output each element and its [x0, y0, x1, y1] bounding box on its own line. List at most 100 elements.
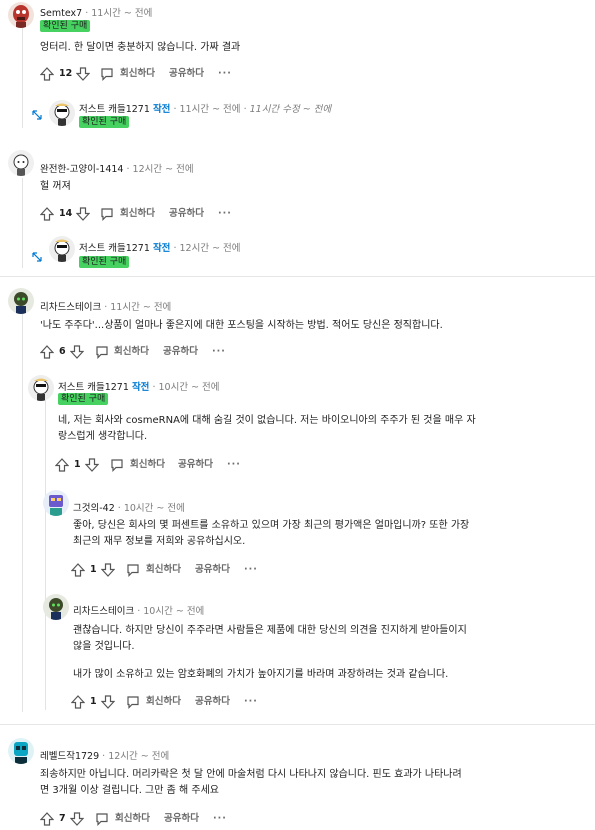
- more-options-icon[interactable]: ···: [227, 458, 241, 472]
- upvote-icon[interactable]: [71, 695, 85, 709]
- reply-button[interactable]: 회신하다: [120, 67, 155, 81]
- reply-button[interactable]: 회신하다: [115, 812, 150, 826]
- reply-icon[interactable]: [100, 67, 114, 81]
- username[interactable]: 리차드스테이크: [73, 606, 134, 617]
- avatar[interactable]: [49, 236, 75, 262]
- comment-meta: 저스트 캐들1271 작전 · 11시간 ~ 전에 · 11시간 수정 ~ 전에: [79, 104, 332, 115]
- comment-meta: 리차드스테이크 · 10시간 ~ 전에: [73, 606, 205, 617]
- expand-thread-icon[interactable]: [31, 251, 43, 263]
- more-options-icon[interactable]: ···: [212, 345, 226, 359]
- vote-count: 12: [59, 68, 73, 79]
- comment-line: 랑스럽게 생각합니다.: [58, 431, 148, 442]
- username[interactable]: 완전한-고양이-1414: [40, 164, 123, 175]
- avatar[interactable]: [8, 2, 34, 28]
- more-options-icon[interactable]: ···: [218, 207, 232, 221]
- upvote-icon[interactable]: [40, 812, 54, 826]
- timestamp[interactable]: 12시간 ~ 전에: [179, 243, 240, 254]
- comment-meta: 리차드스테이크 · 11시간 ~ 전에: [40, 302, 172, 313]
- comment-meta: 완전한-고양이-1414 · 12시간 ~ 전에: [40, 164, 194, 175]
- comment-actions: 1 회신하다 공유하다 ···: [71, 563, 331, 579]
- username[interactable]: 저스트 캐들1271: [79, 243, 150, 254]
- verified-badge: 확인된 구매: [58, 393, 109, 405]
- timestamp[interactable]: 11시간 ~ 전에: [179, 104, 240, 115]
- upvote-icon[interactable]: [55, 458, 69, 472]
- op-badge: 작전: [152, 104, 171, 115]
- share-button[interactable]: 공유하다: [169, 67, 204, 81]
- avatar[interactable]: [28, 375, 54, 401]
- username[interactable]: 저스트 캐들1271: [58, 382, 129, 393]
- more-options-icon[interactable]: ···: [213, 812, 227, 826]
- reply-button[interactable]: 회신하다: [146, 563, 181, 577]
- timestamp[interactable]: 10시간 ~ 전에: [143, 606, 204, 617]
- timestamp[interactable]: 11시간 ~ 전에: [91, 8, 152, 19]
- thread-line: [22, 178, 23, 268]
- reply-icon[interactable]: [126, 563, 140, 577]
- username[interactable]: 저스트 캐들1271: [79, 104, 150, 115]
- timestamp[interactable]: 11시간 ~ 전에: [110, 302, 171, 313]
- comment-actions: 1 회신하다 공유하다 ···: [71, 695, 331, 711]
- reply-icon[interactable]: [95, 345, 109, 359]
- comment-body: 괜찮습니다. 하지만 당신이 주주라면 사람들은 제품에 대한 당신의 의견을 …: [73, 623, 467, 683]
- thread-line: [22, 312, 23, 712]
- vote-count: 1: [74, 459, 81, 470]
- vote-count: 6: [59, 346, 66, 357]
- thread-line: [45, 400, 46, 710]
- expand-thread-icon[interactable]: [31, 109, 43, 121]
- upvote-icon[interactable]: [40, 67, 54, 81]
- timestamp[interactable]: 12시간 ~ 전에: [133, 164, 194, 175]
- comment-body: 죄송하지만 아닙니다. 머리카락은 첫 달 안에 마술처럼 다시 나타나지 않습…: [40, 767, 462, 799]
- avatar[interactable]: [8, 738, 34, 764]
- avatar[interactable]: [43, 594, 69, 620]
- upvote-icon[interactable]: [71, 563, 85, 577]
- username[interactable]: 레벨드작1729: [40, 751, 99, 762]
- comment-meta: 그것의-42 · 10시간 ~ 전에: [73, 503, 185, 514]
- edited-note: 11시간 수정 ~ 전에: [249, 104, 332, 115]
- comment-actions: 6 회신하다 공유하다 ···: [40, 345, 300, 361]
- username[interactable]: 그것의-42: [73, 503, 115, 514]
- more-options-icon[interactable]: ···: [244, 563, 258, 577]
- avatar[interactable]: [8, 150, 34, 176]
- share-button[interactable]: 공유하다: [169, 207, 204, 221]
- avatar[interactable]: [43, 490, 69, 516]
- reply-button[interactable]: 회신하다: [120, 207, 155, 221]
- reply-icon[interactable]: [126, 695, 140, 709]
- share-button[interactable]: 공유하다: [163, 345, 198, 359]
- username[interactable]: Semtex7: [40, 8, 82, 19]
- downvote-icon[interactable]: [101, 695, 115, 709]
- downvote-icon[interactable]: [101, 563, 115, 577]
- share-button[interactable]: 공유하다: [178, 458, 213, 472]
- more-options-icon[interactable]: ···: [218, 67, 232, 81]
- comment-actions: 7 회신하다 공유하다 ···: [40, 812, 300, 828]
- username[interactable]: 리차드스테이크: [40, 302, 101, 313]
- timestamp[interactable]: 10시간 ~ 전에: [124, 503, 185, 514]
- reply-icon[interactable]: [110, 458, 124, 472]
- avatar[interactable]: [8, 288, 34, 314]
- reply-icon[interactable]: [95, 812, 109, 826]
- share-button[interactable]: 공유하다: [195, 695, 230, 709]
- comment-body: 네, 저는 회사와 cosmeRNA에 대해 숨길 것이 없습니다. 저는 바이…: [58, 413, 476, 445]
- comment-body: 헐 꺼져: [40, 181, 71, 192]
- comment-line: 내가 많이 소유하고 있는 암호화폐의 가치가 높아지기를 바라며 과장하려는 …: [73, 669, 449, 680]
- downvote-icon[interactable]: [70, 812, 84, 826]
- downvote-icon[interactable]: [76, 207, 90, 221]
- timestamp[interactable]: 10시간 ~ 전에: [158, 382, 219, 393]
- vote-count: 1: [90, 564, 97, 575]
- more-options-icon[interactable]: ···: [244, 695, 258, 709]
- comment-line: 죄송하지만 아닙니다. 머리카락은 첫 달 안에 마술처럼 다시 나타나지 않습…: [40, 769, 462, 780]
- upvote-icon[interactable]: [40, 207, 54, 221]
- avatar[interactable]: [49, 100, 75, 126]
- share-button[interactable]: 공유하다: [164, 812, 199, 826]
- share-button[interactable]: 공유하다: [195, 563, 230, 577]
- downvote-icon[interactable]: [76, 67, 90, 81]
- timestamp[interactable]: 12시간 ~ 전에: [108, 751, 169, 762]
- op-badge: 작전: [152, 243, 171, 254]
- comment-line: 네, 저는 회사와 cosmeRNA에 대해 숨길 것이 없습니다. 저는 바이…: [58, 415, 476, 426]
- downvote-icon[interactable]: [70, 345, 84, 359]
- reply-icon[interactable]: [100, 207, 114, 221]
- upvote-icon[interactable]: [40, 345, 54, 359]
- comment-meta: Semtex7 · 11시간 ~ 전에: [40, 8, 153, 19]
- downvote-icon[interactable]: [85, 458, 99, 472]
- reply-button[interactable]: 회신하다: [114, 345, 149, 359]
- reply-button[interactable]: 회신하다: [146, 695, 181, 709]
- reply-button[interactable]: 회신하다: [130, 458, 165, 472]
